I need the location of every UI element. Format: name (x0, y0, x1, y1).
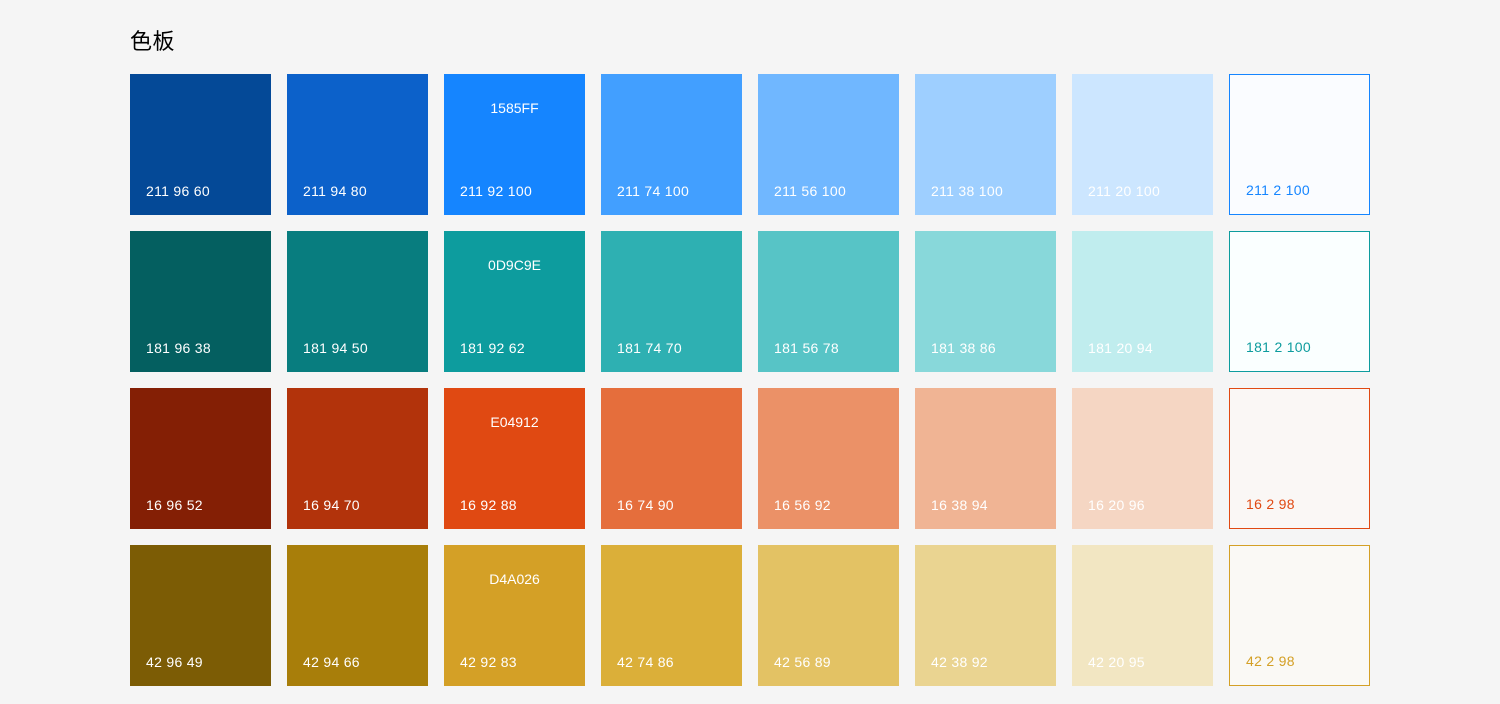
swatch[interactable]: 181 94 50 (287, 231, 428, 372)
swatch-hsb: 16 96 52 (146, 497, 255, 513)
swatch-hsb: 181 74 70 (617, 340, 726, 356)
swatch-hsb: 42 2 98 (1246, 653, 1353, 669)
palette-row-teal: 181 96 38 181 94 50 0D9C9E 181 92 62 181 74 … (130, 231, 1370, 372)
swatch[interactable]: 16 20 96 (1072, 388, 1213, 529)
swatch[interactable]: E04912 16 92 88 (444, 388, 585, 529)
swatch-hsb: 42 20 95 (1088, 654, 1197, 670)
swatch[interactable]: 42 38 92 (915, 545, 1056, 686)
swatch[interactable]: 42 74 86 (601, 545, 742, 686)
swatch[interactable]: 0D9C9E 181 92 62 (444, 231, 585, 372)
swatch[interactable]: 42 94 66 (287, 545, 428, 686)
swatch-hsb: 16 38 94 (931, 497, 1040, 513)
swatch[interactable]: 16 94 70 (287, 388, 428, 529)
swatch[interactable]: 181 74 70 (601, 231, 742, 372)
swatch-hsb: 211 92 100 (460, 183, 569, 199)
swatch-hsb: 16 56 92 (774, 497, 883, 513)
swatch-hsb: 42 94 66 (303, 654, 412, 670)
swatch-hsb: 42 56 89 (774, 654, 883, 670)
palette-grid: 211 96 60 211 94 80 1585FF 211 92 100 211 74… (130, 74, 1370, 686)
swatch[interactable]: 42 56 89 (758, 545, 899, 686)
swatch-hex: 1585FF (444, 100, 585, 116)
swatch[interactable]: 16 2 98 (1229, 388, 1370, 529)
swatch[interactable]: 211 20 100 (1072, 74, 1213, 215)
swatch[interactable]: 211 2 100 (1229, 74, 1370, 215)
swatch-hsb: 181 96 38 (146, 340, 255, 356)
swatch[interactable]: D4A026 42 92 83 (444, 545, 585, 686)
swatch[interactable]: 16 96 52 (130, 388, 271, 529)
swatch-hsb: 211 94 80 (303, 183, 412, 199)
swatch-hsb: 211 56 100 (774, 183, 883, 199)
swatch-hsb: 42 92 83 (460, 654, 569, 670)
swatch[interactable]: 211 96 60 (130, 74, 271, 215)
swatch-hsb: 16 74 90 (617, 497, 726, 513)
swatch[interactable]: 181 20 94 (1072, 231, 1213, 372)
swatch-hsb: 211 2 100 (1246, 182, 1353, 198)
swatch-hsb: 211 74 100 (617, 183, 726, 199)
swatch-hsb: 42 38 92 (931, 654, 1040, 670)
swatch[interactable]: 1585FF 211 92 100 (444, 74, 585, 215)
swatch[interactable]: 42 20 95 (1072, 545, 1213, 686)
swatch[interactable]: 211 38 100 (915, 74, 1056, 215)
swatch[interactable]: 211 56 100 (758, 74, 899, 215)
swatch-hsb: 211 38 100 (931, 183, 1040, 199)
swatch-hsb: 181 2 100 (1246, 339, 1353, 355)
palette-row-amber: 42 96 49 42 94 66 D4A026 42 92 83 42 74 86 42… (130, 545, 1370, 686)
swatch-hsb: 181 56 78 (774, 340, 883, 356)
palette-row-blue: 211 96 60 211 94 80 1585FF 211 92 100 211 74… (130, 74, 1370, 215)
swatch-hex: E04912 (444, 414, 585, 430)
swatch-hsb: 16 94 70 (303, 497, 412, 513)
swatch[interactable]: 16 74 90 (601, 388, 742, 529)
swatch[interactable]: 42 2 98 (1229, 545, 1370, 686)
swatch[interactable]: 181 96 38 (130, 231, 271, 372)
palette-row-orange-red: 16 96 52 16 94 70 E04912 16 92 88 16 74 90 16… (130, 388, 1370, 529)
page-title: 色板 (130, 24, 1370, 56)
swatch-hsb: 211 20 100 (1088, 183, 1197, 199)
swatch-hsb: 16 2 98 (1246, 496, 1353, 512)
swatch-hsb: 16 20 96 (1088, 497, 1197, 513)
swatch-hsb: 42 96 49 (146, 654, 255, 670)
swatch-hsb: 16 92 88 (460, 497, 569, 513)
swatch[interactable]: 42 96 49 (130, 545, 271, 686)
swatch-hsb: 42 74 86 (617, 654, 726, 670)
swatch-hex: D4A026 (444, 571, 585, 587)
swatch-hsb: 181 20 94 (1088, 340, 1197, 356)
swatch[interactable]: 211 94 80 (287, 74, 428, 215)
swatch-hsb: 181 38 86 (931, 340, 1040, 356)
swatch[interactable]: 16 38 94 (915, 388, 1056, 529)
swatch[interactable]: 16 56 92 (758, 388, 899, 529)
palette-container: 色板 211 96 60211 94 801585FF211 92 100211… (0, 0, 1500, 686)
swatch-hsb: 211 96 60 (146, 183, 255, 199)
swatch-hsb: 181 92 62 (460, 340, 569, 356)
swatch[interactable]: 211 74 100 (601, 74, 742, 215)
swatch-hex: 0D9C9E (444, 257, 585, 273)
swatch[interactable]: 181 38 86 (915, 231, 1056, 372)
swatch[interactable]: 181 2 100 (1229, 231, 1370, 372)
swatch-hsb: 181 94 50 (303, 340, 412, 356)
swatch[interactable]: 181 56 78 (758, 231, 899, 372)
